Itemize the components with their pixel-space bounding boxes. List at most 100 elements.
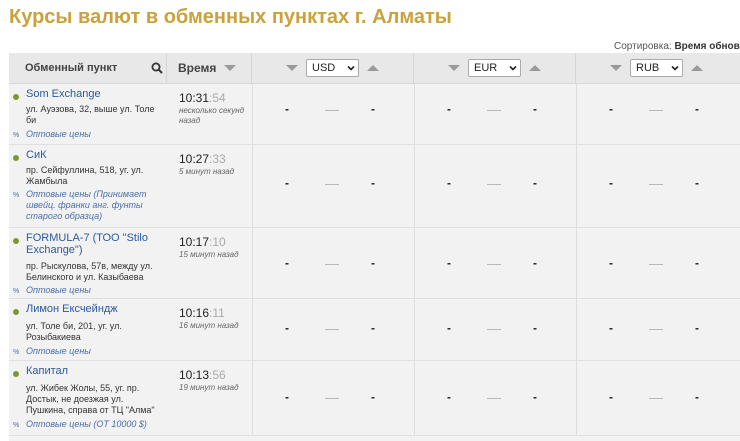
- rate-buy-usd: -: [285, 176, 289, 190]
- update-time: 10:17:10: [179, 235, 226, 249]
- rate-buy-eur: -: [447, 256, 451, 270]
- exchange-point-name[interactable]: FORMULA-7 (ТОО "Stilo Exchange"): [26, 232, 162, 256]
- currency-select-eur[interactable]: EUR: [468, 59, 521, 77]
- exchange-point-name[interactable]: Капитал: [26, 365, 162, 377]
- exchange-point-name[interactable]: Лимон Ексчейндж: [26, 303, 162, 315]
- rate-sell-usd: -: [371, 321, 375, 335]
- rate-spread-line-usd: [325, 184, 339, 185]
- rate-spread-line-rub: [649, 398, 663, 399]
- status-dot: [13, 309, 19, 315]
- column-header-eur: EUR: [414, 53, 576, 83]
- percent-icon: %: [13, 192, 19, 198]
- update-time-seconds: :54: [209, 91, 226, 105]
- sort-control[interactable]: Сортировка: Время обнов: [614, 41, 740, 52]
- rate-buy-rub: -: [609, 390, 613, 404]
- rate-buy-rub: -: [609, 321, 613, 335]
- sort-desc-icon[interactable]: [224, 65, 237, 71]
- percent-icon: %: [13, 132, 19, 138]
- column-header-exchange-point-label: Обменный пункт: [25, 62, 118, 74]
- column-separator: [576, 299, 577, 360]
- wholesale-link[interactable]: Оптовые цены: [26, 346, 164, 357]
- rate-sell-rub: -: [695, 102, 699, 116]
- search-icon[interactable]: [151, 62, 163, 74]
- wholesale-link[interactable]: Оптовые цены (ОТ 10000 $): [26, 419, 164, 430]
- table-row: Som Exchange ул. Ауэзова, 32, выше ул. Т…: [9, 84, 740, 145]
- rate-sell-rub: -: [695, 176, 699, 190]
- column-header-time[interactable]: Время: [167, 53, 252, 83]
- wholesale-link[interactable]: Оптовые цены (Принимает швейц. франки ан…: [26, 189, 164, 222]
- sort-desc-icon[interactable]: [448, 65, 460, 71]
- update-time-seconds: :10: [209, 235, 226, 249]
- table-row: FORMULA-7 (ТОО "Stilo Exchange") пр. Рыс…: [9, 228, 740, 299]
- rate-spread-line-eur: [487, 184, 501, 185]
- sort-asc-icon[interactable]: [529, 65, 541, 71]
- rate-sell-rub: -: [695, 390, 699, 404]
- rate-sell-usd: -: [371, 176, 375, 190]
- sort-desc-icon[interactable]: [610, 65, 622, 71]
- table-row: Лимон Ексчейндж ул. Толе би, 201, уг. ул…: [9, 299, 740, 361]
- exchange-point-cell: Som Exchange ул. Ауэзова, 32, выше ул. Т…: [9, 84, 166, 144]
- exchange-point-name[interactable]: Som Exchange: [26, 88, 162, 100]
- rate-spread-line-rub: [649, 264, 663, 265]
- sort-asc-icon[interactable]: [367, 65, 379, 71]
- exchange-point-name[interactable]: СиК: [26, 149, 162, 161]
- table-row: СиК пр. Сейфуллина, 518, уг. ул. Жамбыла…: [9, 145, 740, 228]
- column-separator: [252, 84, 253, 144]
- status-dot: [13, 238, 19, 244]
- exchange-point-address: пр. Рыскулова, 57в, между ул. Белинского…: [26, 261, 153, 282]
- svg-text:%: %: [13, 192, 19, 198]
- update-time-hm: 10:13: [179, 368, 210, 382]
- update-time: 10:13:56: [179, 368, 226, 382]
- column-separator: [252, 228, 253, 298]
- rate-sell-eur: -: [533, 102, 537, 116]
- rate-buy-eur: -: [447, 321, 451, 335]
- column-separator: [414, 361, 415, 435]
- chevron-down-icon: [347, 65, 355, 71]
- update-time-seconds: :56: [209, 368, 226, 382]
- column-header-time-label: Время: [178, 61, 217, 75]
- wholesale-link[interactable]: Оптовые цены: [26, 285, 164, 296]
- svg-text:%: %: [13, 132, 19, 138]
- currency-select-value: USD: [312, 62, 336, 74]
- chevron-down-icon: [671, 65, 679, 71]
- rate-buy-rub: -: [609, 102, 613, 116]
- exchange-point-cell: FORMULA-7 (ТОО "Stilo Exchange") пр. Рыс…: [9, 228, 166, 298]
- currency-select-rub[interactable]: RUB: [630, 59, 683, 77]
- rate-spread-line-eur: [487, 329, 501, 330]
- update-time-ago: 15 минут назад: [179, 250, 239, 259]
- update-time-hm: 10:16: [179, 306, 210, 320]
- rate-buy-eur: -: [447, 102, 451, 116]
- rate-sell-eur: -: [533, 176, 537, 190]
- wholesale-link[interactable]: Оптовые цены: [26, 129, 164, 140]
- exchange-point-cell: Лимон Ексчейндж ул. Толе би, 201, уг. ул…: [9, 299, 166, 360]
- update-time-hm: 10:27: [179, 152, 210, 166]
- rate-buy-usd: -: [285, 256, 289, 270]
- exchange-point-address: ул. Толе би, 201, уг. ул. Розыбакиева: [26, 321, 122, 342]
- sort-label: Сортировка:: [614, 41, 672, 52]
- rate-sell-eur: -: [533, 321, 537, 335]
- column-separator: [252, 299, 253, 360]
- column-separator: [252, 145, 253, 227]
- column-separator: [576, 84, 577, 144]
- rate-spread-line-eur: [487, 398, 501, 399]
- update-time-cell: 10:16:11 16 минут назад: [167, 299, 251, 360]
- rate-sell-eur: -: [533, 390, 537, 404]
- exchange-point-address: ул. Ауэзова, 32, выше ул. Толе би: [26, 104, 155, 125]
- sort-desc-icon[interactable]: [286, 65, 298, 71]
- sort-asc-icon[interactable]: [691, 65, 703, 71]
- percent-icon: %: [13, 422, 19, 428]
- sort-value[interactable]: Время обнов: [674, 41, 739, 52]
- rate-buy-eur: -: [447, 390, 451, 404]
- currency-select-usd[interactable]: USD: [306, 59, 359, 77]
- column-header-rub: RUB: [576, 53, 740, 83]
- update-time: 10:16:11: [179, 306, 225, 320]
- update-time: 10:31:54: [179, 91, 226, 105]
- column-separator: [414, 228, 415, 298]
- rate-spread-line-eur: [487, 264, 501, 265]
- svg-text:%: %: [13, 288, 19, 294]
- rate-spread-line-eur: [487, 110, 501, 111]
- update-time-cell: 10:13:56 19 минут назад: [167, 361, 251, 435]
- column-separator: [576, 361, 577, 435]
- rate-sell-usd: -: [371, 390, 375, 404]
- update-time-ago: 16 минут назад: [179, 321, 239, 330]
